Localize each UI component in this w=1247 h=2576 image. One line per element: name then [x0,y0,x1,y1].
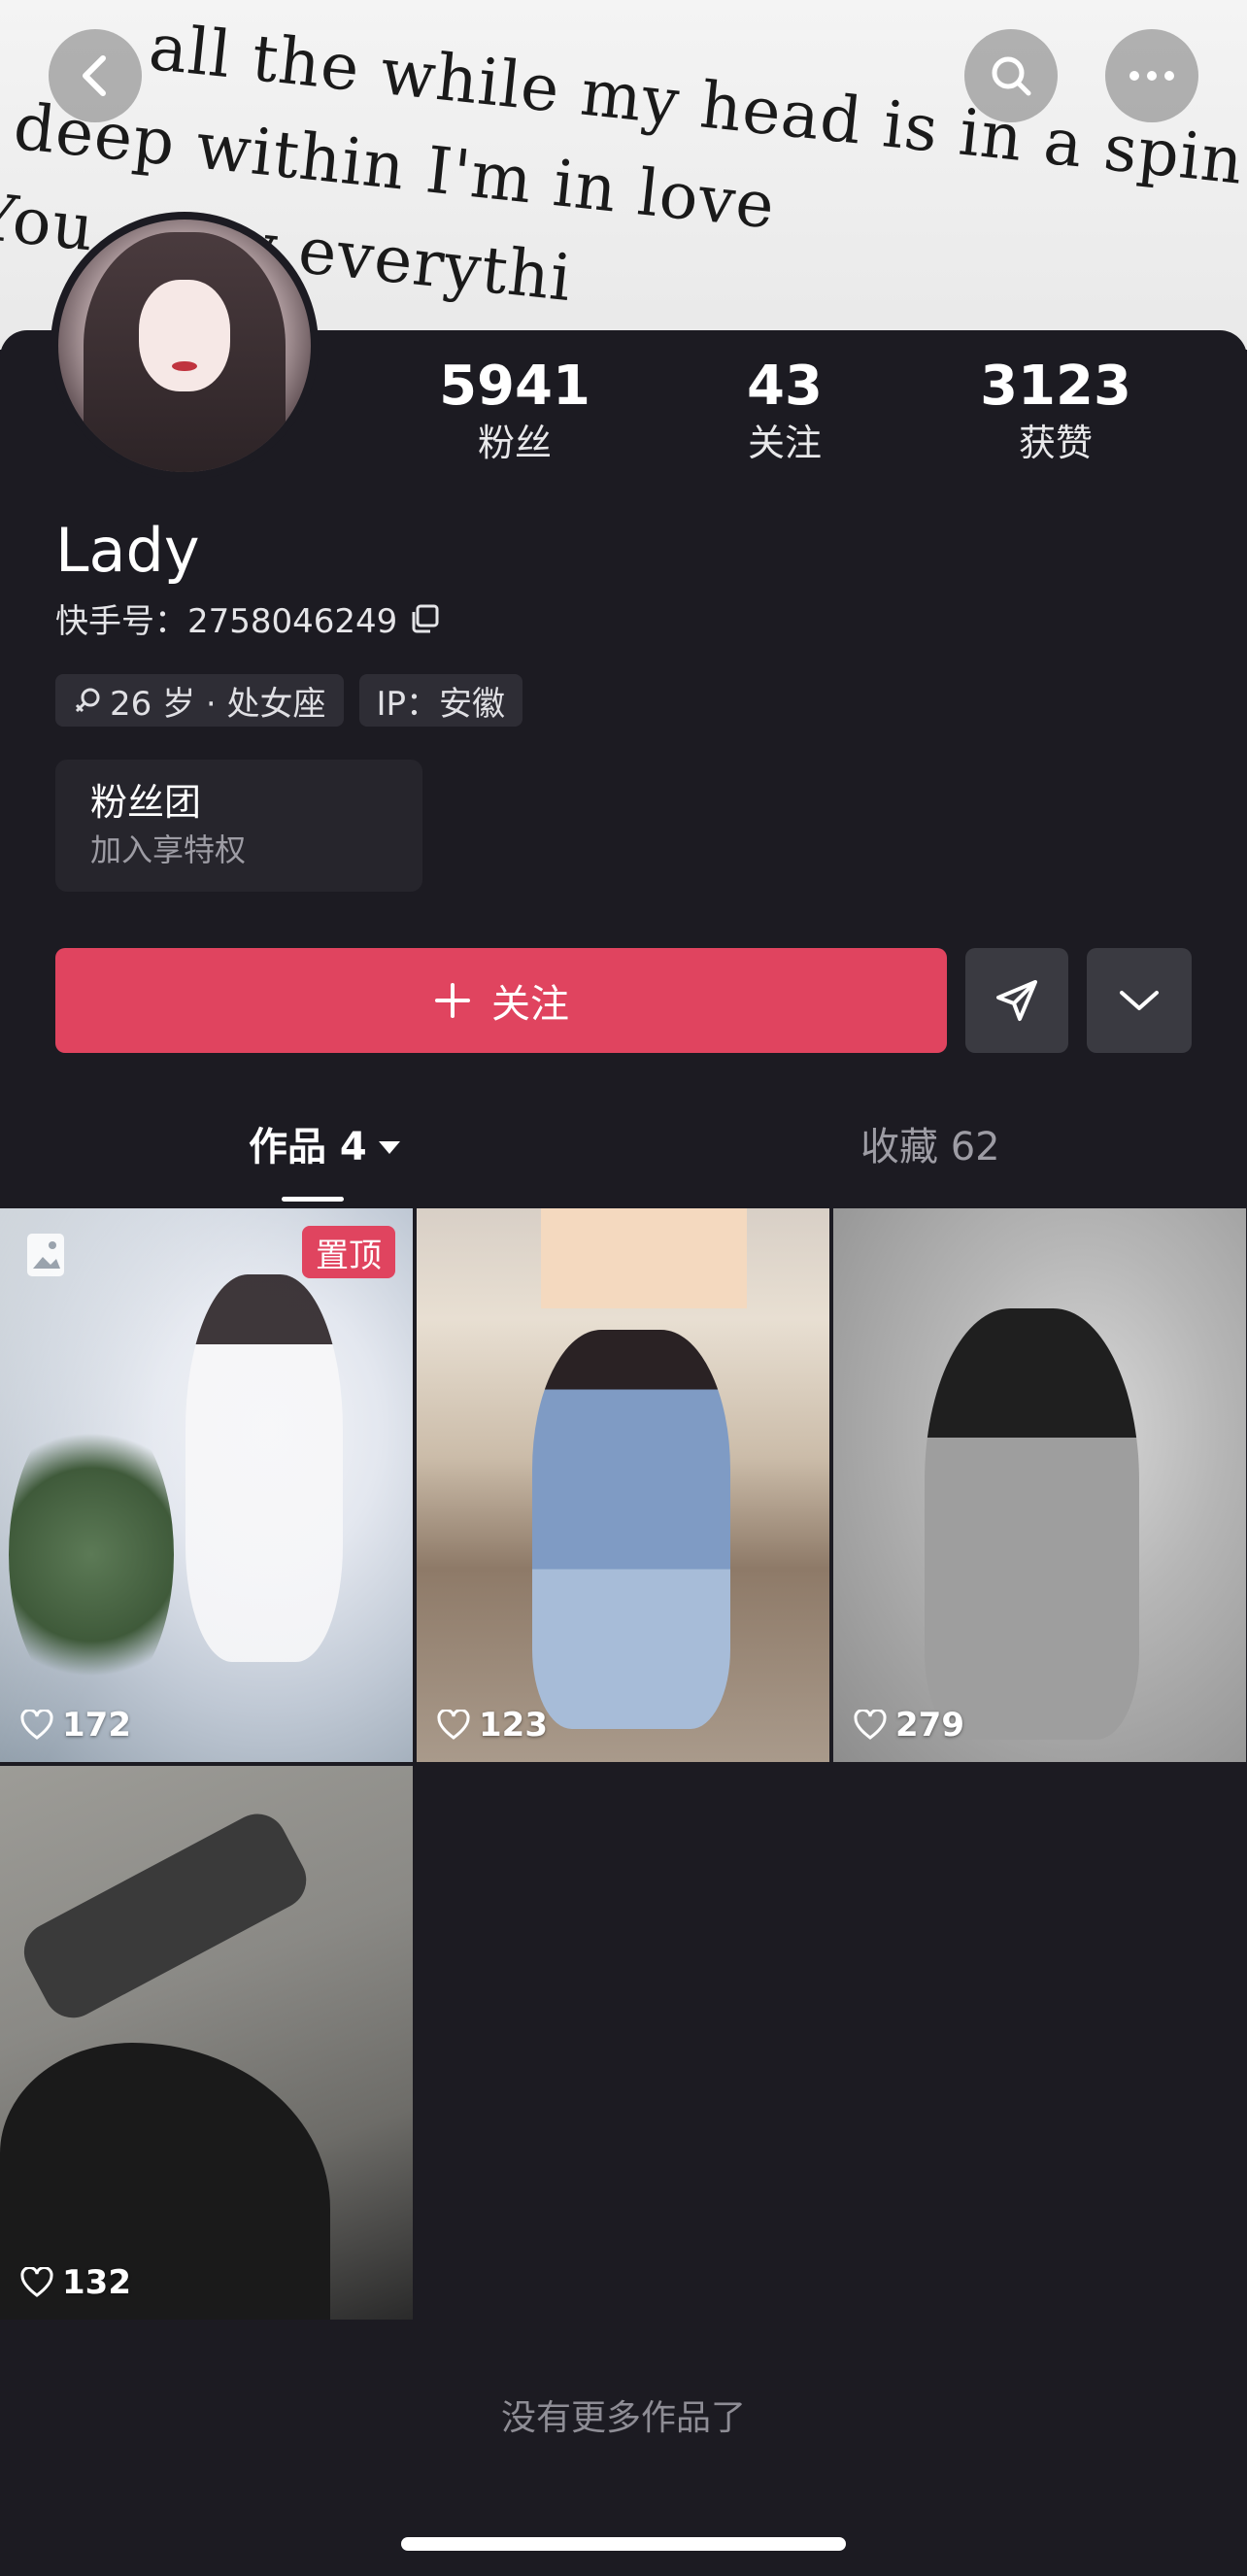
like-count: 123 [436,1706,548,1745]
heart-icon [854,1710,887,1740]
age-sign-text: 26 岁 · 处女座 [110,684,326,724]
tab-favorites-label: 收藏 62 [860,1125,1000,1169]
post-thumbnail[interactable]: 123 [417,1208,829,1762]
profile-tags: 26 岁 · 处女座 IP：安徽 [55,674,523,727]
send-icon [996,980,1037,1021]
image-post-icon [27,1234,64,1276]
like-count: 172 [19,1706,131,1745]
profile-name: Lady [55,515,200,586]
like-count: 279 [853,1706,964,1745]
avatar[interactable] [51,212,319,480]
heart-icon [20,1710,53,1740]
stat-likes[interactable]: 3123 获赞 [949,355,1163,467]
age-sign-chip: 26 岁 · 处女座 [55,674,344,727]
plus-icon [435,983,470,1018]
like-count-value: 132 [62,2263,131,2302]
stat-value: 43 [747,355,823,418]
more-dots-icon [1129,71,1174,81]
search-button[interactable] [964,29,1058,122]
stat-label: 关注 [747,422,822,464]
follow-button[interactable]: 关注 [55,948,947,1053]
kuaishou-id: 快手号：2758046249 [55,602,398,641]
more-button[interactable] [1105,29,1198,122]
caret-down-icon [378,1141,400,1154]
gender-female-icon [75,688,100,713]
chevron-down-icon [1120,991,1159,1010]
search-icon [992,56,1031,96]
fans-club-title: 粉丝团 [90,781,202,824]
pinned-badge: 置顶 [302,1226,395,1278]
post-thumbnail[interactable]: 132 [0,1766,413,2320]
no-more-works-text: 没有更多作品了 [500,2398,746,2438]
tab-works-label: 作品 4 [249,1125,367,1169]
stat-label: 粉丝 [477,422,552,464]
tab-favorites[interactable]: 收藏 62 [860,1123,1000,1171]
kuaishou-id-row[interactable]: 快手号：2758046249 [55,594,442,642]
stat-value: 5941 [439,355,590,418]
like-count-value: 172 [62,1706,131,1745]
like-count-value: 279 [895,1706,964,1745]
fans-club-card[interactable]: 粉丝团 加入享特权 [55,760,422,892]
recommend-dropdown-button[interactable] [1087,948,1192,1053]
back-button[interactable] [49,29,142,122]
stat-fans[interactable]: 5941 粉丝 [408,355,622,467]
copy-icon[interactable] [409,602,442,635]
stat-label: 获赞 [1018,422,1093,464]
stat-following[interactable]: 43 关注 [678,355,892,467]
stat-value: 3123 [980,355,1131,418]
post-thumbnail[interactable]: 置顶 172 [0,1208,413,1762]
heart-icon [437,1710,470,1740]
ip-text: IP：安徽 [376,684,506,724]
follow-label: 关注 [491,982,569,1027]
fans-club-subtitle: 加入享特权 [90,831,247,868]
post-thumbnail[interactable]: 279 [833,1208,1246,1762]
tab-works[interactable]: 作品 4 [249,1123,402,1171]
share-button[interactable] [965,948,1068,1053]
chevron-left-icon [83,55,106,96]
heart-icon [20,2267,53,2297]
like-count: 132 [19,2263,131,2302]
home-indicator[interactable] [401,2537,846,2551]
content-tabs: 作品 4 收藏 62 [0,1107,1247,1204]
like-count-value: 123 [479,1706,548,1745]
active-tab-indicator [282,1197,344,1202]
ip-chip: IP：安徽 [358,674,523,727]
